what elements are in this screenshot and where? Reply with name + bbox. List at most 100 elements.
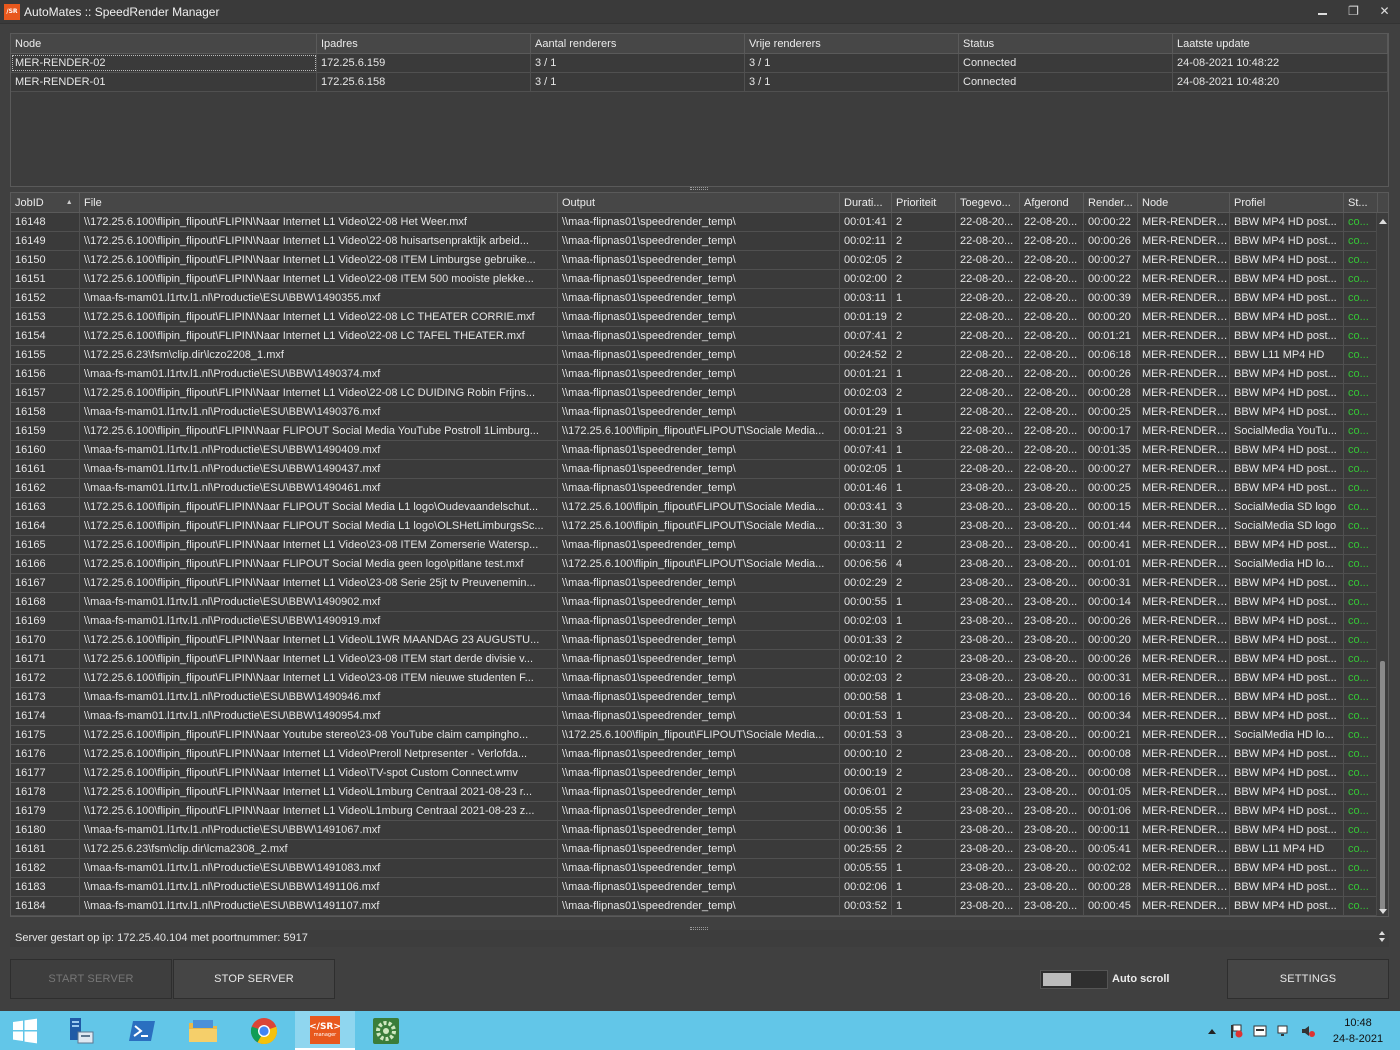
job-cell-file[interactable]: \\172.25.6.100\flipin_flipout\FLIPIN\Naa… [80,631,558,649]
job-cell-profile[interactable]: BBW MP4 HD post... [1230,783,1344,801]
job-cell-render[interactable]: 00:00:41 [1084,536,1138,554]
job-cell-output[interactable]: \\172.25.6.100\flipin_flipout\FLIPOUT\So… [558,422,840,440]
job-cell-added[interactable]: 23-08-20... [956,821,1020,839]
job-cell-duration[interactable]: 00:24:52 [840,346,892,364]
job-cell-output[interactable]: \\maa-flipnas01\speedrender_temp\ [558,403,840,421]
nodes-col-renderers[interactable]: Aantal renderers [531,34,745,53]
job-cell-status[interactable]: co... [1344,878,1378,896]
job-cell-node[interactable]: MER-RENDER-... [1138,403,1230,421]
job-cell-duration[interactable]: 00:01:29 [840,403,892,421]
job-cell-output[interactable]: \\maa-flipnas01\speedrender_temp\ [558,289,840,307]
job-cell-render[interactable]: 00:01:35 [1084,441,1138,459]
job-cell-node[interactable]: MER-RENDER-... [1138,232,1230,250]
job-cell-status[interactable]: co... [1344,232,1378,250]
job-cell-status[interactable]: co... [1344,346,1378,364]
job-cell-added[interactable]: 23-08-20... [956,479,1020,497]
scroll-down-arrow-icon[interactable] [1379,909,1387,914]
job-cell-file[interactable]: \\maa-fs-mam01.l1rtv.l1.nl\Productie\ESU… [80,612,558,630]
job-cell-added[interactable]: 23-08-20... [956,574,1020,592]
job-cell-priority[interactable]: 1 [892,479,956,497]
job-cell-priority[interactable]: 2 [892,574,956,592]
job-cell-output[interactable]: \\maa-flipnas01\speedrender_temp\ [558,707,840,725]
job-cell-file[interactable]: \\maa-fs-mam01.l1rtv.l1.nl\Productie\ESU… [80,859,558,877]
job-cell-node[interactable]: MER-RENDER-... [1138,346,1230,364]
job-cell-profile[interactable]: BBW MP4 HD post... [1230,270,1344,288]
job-cell-render[interactable]: 00:00:39 [1084,289,1138,307]
jobs-col-duration[interactable]: Durati... [840,193,892,212]
jobs-col-node[interactable]: Node [1138,193,1230,212]
job-cell-output[interactable]: \\maa-flipnas01\speedrender_temp\ [558,479,840,497]
job-cell-completed[interactable]: 23-08-20... [1020,745,1084,763]
job-cell-jobid[interactable]: 16149 [11,232,80,250]
job-cell-status[interactable]: co... [1344,726,1378,744]
job-cell-duration[interactable]: 00:02:03 [840,669,892,687]
job-cell-output[interactable]: \\maa-flipnas01\speedrender_temp\ [558,821,840,839]
job-cell-status[interactable]: co... [1344,479,1378,497]
job-cell-added[interactable]: 23-08-20... [956,726,1020,744]
job-cell-render[interactable]: 00:00:26 [1084,232,1138,250]
job-cell-render[interactable]: 00:01:44 [1084,517,1138,535]
job-cell-profile[interactable]: BBW MP4 HD post... [1230,612,1344,630]
job-row[interactable]: 16152 \\maa-fs-mam01.l1rtv.l1.nl\Producti… [11,289,1388,308]
job-cell-profile[interactable]: BBW MP4 HD post... [1230,441,1344,459]
job-cell-profile[interactable]: BBW MP4 HD post... [1230,251,1344,269]
job-cell-status[interactable]: co... [1344,574,1378,592]
jobs-col-priority[interactable]: Prioriteit [892,193,956,212]
job-cell-render[interactable]: 00:01:21 [1084,327,1138,345]
job-cell-completed[interactable]: 22-08-20... [1020,270,1084,288]
minimize-button[interactable] [1307,0,1338,22]
job-cell-status[interactable]: co... [1344,365,1378,383]
taskbar-powershell[interactable] [112,1011,172,1050]
job-cell-render[interactable]: 00:00:31 [1084,669,1138,687]
job-cell-status[interactable]: co... [1344,612,1378,630]
job-cell-output[interactable]: \\maa-flipnas01\speedrender_temp\ [558,897,840,915]
job-cell-file[interactable]: \\maa-fs-mam01.l1rtv.l1.nl\Productie\ESU… [80,460,558,478]
job-cell-file[interactable]: \\maa-fs-mam01.l1rtv.l1.nl\Productie\ESU… [80,479,558,497]
job-cell-file[interactable]: \\172.25.6.100\flipin_flipout\FLIPIN\Naa… [80,308,558,326]
log-up-arrow-icon[interactable] [1379,931,1385,935]
job-cell-profile[interactable]: SocialMedia YouTu... [1230,422,1344,440]
job-row[interactable]: 16164 \\172.25.6.100\flipin_flipout\FLIPI… [11,517,1388,536]
job-cell-completed[interactable]: 23-08-20... [1020,612,1084,630]
job-cell-added[interactable]: 22-08-20... [956,251,1020,269]
job-cell-priority[interactable]: 1 [892,593,956,611]
job-row[interactable]: 16184 \\maa-fs-mam01.l1rtv.l1.nl\Producti… [11,897,1388,916]
tray-network-icon[interactable] [1276,1023,1292,1039]
job-row[interactable]: 16165 \\172.25.6.100\flipin_flipout\FLIPI… [11,536,1388,555]
node-cell-updated[interactable]: 24-08-2021 10:48:22 [1173,54,1388,72]
job-cell-duration[interactable]: 00:02:11 [840,232,892,250]
jobs-col-status[interactable]: St... [1344,193,1378,212]
job-cell-render[interactable]: 00:00:08 [1084,764,1138,782]
job-cell-node[interactable]: MER-RENDER-... [1138,783,1230,801]
job-cell-completed[interactable]: 23-08-20... [1020,650,1084,668]
job-cell-priority[interactable]: 2 [892,384,956,402]
job-cell-profile[interactable]: SocialMedia HD lo... [1230,555,1344,573]
job-cell-profile[interactable]: BBW MP4 HD post... [1230,536,1344,554]
nodes-col-updated[interactable]: Laatste update [1173,34,1388,53]
jobs-col-added[interactable]: Toegevo... [956,193,1020,212]
job-cell-profile[interactable]: BBW MP4 HD post... [1230,688,1344,706]
job-row[interactable]: 16175 \\172.25.6.100\flipin_flipout\FLIPI… [11,726,1388,745]
job-cell-added[interactable]: 22-08-20... [956,441,1020,459]
job-cell-profile[interactable]: BBW MP4 HD post... [1230,631,1344,649]
job-cell-node[interactable]: MER-RENDER-... [1138,688,1230,706]
job-cell-duration[interactable]: 00:00:36 [840,821,892,839]
node-cell-free[interactable]: 3 / 1 [745,73,959,91]
job-cell-output[interactable]: \\maa-flipnas01\speedrender_temp\ [558,574,840,592]
job-cell-file[interactable]: \\172.25.6.100\flipin_flipout\FLIPIN\Naa… [80,764,558,782]
job-row[interactable]: 16171 \\172.25.6.100\flipin_flipout\FLIPI… [11,650,1388,669]
job-cell-status[interactable]: co... [1344,555,1378,573]
job-cell-priority[interactable]: 3 [892,517,956,535]
node-cell-status[interactable]: Connected [959,73,1173,91]
job-cell-status[interactable]: co... [1344,441,1378,459]
job-cell-node[interactable]: MER-RENDER-... [1138,745,1230,763]
job-cell-duration[interactable]: 00:03:11 [840,536,892,554]
job-cell-priority[interactable]: 1 [892,707,956,725]
job-row[interactable]: 16154 \\172.25.6.100\flipin_flipout\FLIPI… [11,327,1388,346]
job-cell-render[interactable]: 00:00:16 [1084,688,1138,706]
job-cell-file[interactable]: \\172.25.6.100\flipin_flipout\FLIPIN\Naa… [80,251,558,269]
job-cell-priority[interactable]: 2 [892,840,956,858]
job-cell-node[interactable]: MER-RENDER-... [1138,308,1230,326]
job-cell-render[interactable]: 00:00:22 [1084,270,1138,288]
job-cell-output[interactable]: \\maa-flipnas01\speedrender_temp\ [558,441,840,459]
